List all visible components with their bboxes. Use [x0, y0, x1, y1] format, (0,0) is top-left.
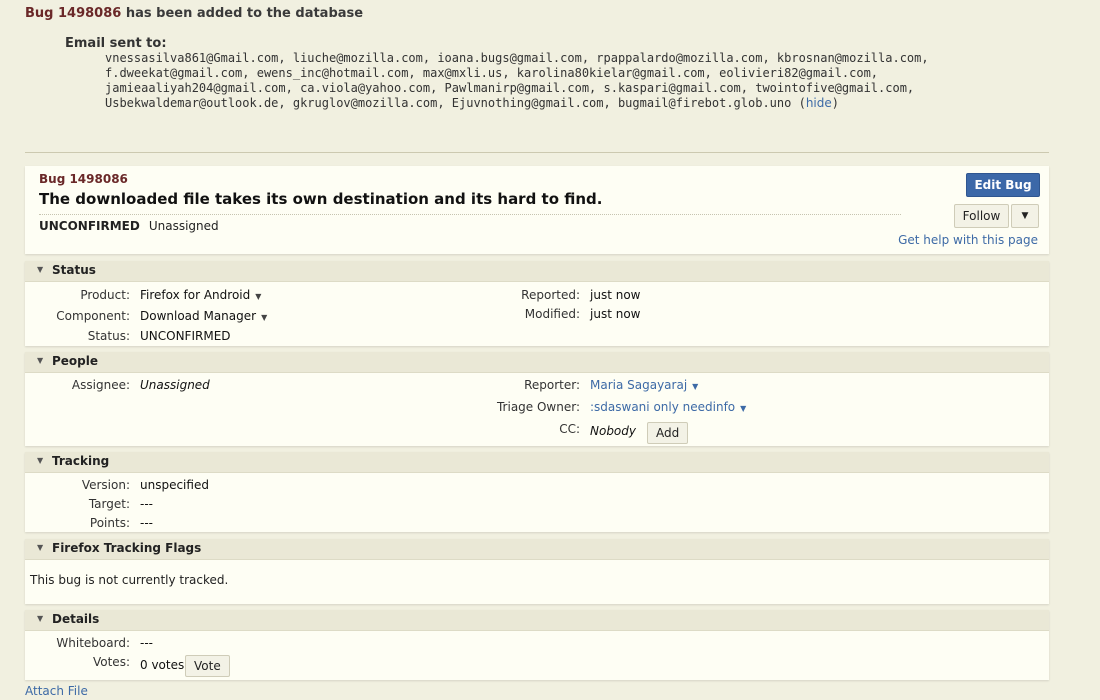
people-section: ▼ People Assignee: Unassigned Reporter: …	[25, 352, 1049, 446]
follow-dropdown-icon[interactable]: ▼	[1011, 204, 1039, 228]
modified-value: just now	[590, 307, 641, 321]
reporter-link[interactable]: Maria Sagayaraj	[590, 378, 687, 392]
component-value: Download Manager	[140, 309, 257, 323]
hide-emails-link[interactable]: hide	[806, 96, 832, 110]
added-bug-number: Bug 1498086	[25, 6, 122, 21]
assignee-row: Assignee: Unassigned Reporter: Maria Sag…	[25, 378, 1049, 394]
chevron-down-icon[interactable]: ▼	[255, 292, 261, 301]
whiteboard-row: Whiteboard: ---	[25, 636, 1049, 652]
not-tracked-text: This bug is not currently tracked.	[30, 573, 229, 587]
add-cc-button[interactable]: Add	[647, 422, 689, 444]
cc-row: CC: Nobody Add	[25, 422, 1049, 444]
tracking-section: ▼ Tracking Version: unspecified Target: …	[25, 452, 1049, 532]
triage-row: Triage Owner: :sdaswani only needinfo ▼	[25, 400, 1049, 416]
separator	[25, 152, 1049, 153]
assignee-value: Unassigned	[140, 378, 210, 392]
collapse-triangle-icon[interactable]: ▼	[37, 265, 43, 274]
reporter-field[interactable]: Maria Sagayaraj ▼	[590, 378, 698, 392]
product-value: Firefox for Android	[140, 288, 251, 302]
component-row: Component: Download Manager ▼ Modified: j…	[25, 307, 1049, 325]
triage-owner-field[interactable]: :sdaswani only needinfo ▼	[590, 400, 746, 414]
reported-value: just now	[590, 288, 641, 302]
votes-value: 0 votes	[140, 658, 185, 672]
target-value: ---	[140, 497, 153, 511]
chevron-down-icon[interactable]: ▼	[261, 313, 267, 322]
points-value: ---	[140, 516, 153, 530]
product-label: Product:	[80, 288, 130, 302]
reporter-label: Reporter:	[524, 378, 580, 392]
version-label: Version:	[81, 478, 130, 492]
status-section-header[interactable]: ▼ Status	[25, 261, 1049, 282]
vote-button[interactable]: Vote	[185, 655, 230, 677]
collapse-triangle-icon[interactable]: ▼	[37, 356, 43, 365]
version-value: unspecified	[140, 478, 209, 492]
bug-status-line: UNCONFIRMED Unassigned	[39, 219, 219, 233]
product-row: Product: Firefox for Android ▼ Reported: …	[25, 288, 1049, 304]
reported-label: Reported:	[521, 288, 580, 302]
email-sent-label: Email sent to:	[65, 36, 167, 51]
details-section: ▼ Details Whiteboard: --- Votes: 0 votes…	[25, 610, 1049, 680]
status-section-title: Status	[52, 263, 96, 277]
status-section: ▼ Status Product: Firefox for Android ▼ R…	[25, 261, 1049, 346]
status-label: Status:	[87, 329, 130, 343]
assignee-label: Assignee:	[71, 378, 130, 392]
details-section-title: Details	[52, 612, 100, 626]
version-row: Version: unspecified	[25, 478, 1049, 494]
paren-close: )	[831, 96, 839, 110]
component-label: Component:	[56, 309, 130, 323]
fxflags-section-header[interactable]: ▼ Firefox Tracking Flags	[25, 539, 1049, 560]
collapse-triangle-icon[interactable]: ▼	[37, 543, 43, 552]
added-message-text: has been added to the database	[125, 6, 364, 21]
status-value: UNCONFIRMED	[140, 329, 231, 343]
firefox-tracking-flags-section: ▼ Firefox Tracking Flags This bug is not…	[25, 539, 1049, 604]
collapse-triangle-icon[interactable]: ▼	[37, 456, 43, 465]
attach-file-link[interactable]: Attach File	[25, 684, 88, 698]
whiteboard-label: Whiteboard:	[56, 636, 130, 650]
points-row: Points: ---	[25, 516, 1049, 532]
details-section-header[interactable]: ▼ Details	[25, 610, 1049, 631]
bug-summary: The downloaded file takes its own destin…	[39, 190, 603, 208]
status-row: Status: UNCONFIRMED	[25, 329, 1049, 345]
cc-value: Nobody	[590, 424, 636, 438]
follow-button[interactable]: Follow	[954, 204, 1009, 228]
summary-divider	[39, 214, 901, 215]
tracking-section-header[interactable]: ▼ Tracking	[25, 452, 1049, 473]
tracking-section-title: Tracking	[52, 454, 110, 468]
bug-added-message: Bug 1498086 has been added to the databa…	[25, 6, 363, 21]
modified-label: Modified:	[524, 307, 580, 321]
bug-status-value: UNCONFIRMED	[39, 219, 140, 233]
chevron-down-icon[interactable]: ▼	[692, 382, 698, 391]
help-link[interactable]: Get help with this page	[898, 233, 1038, 247]
bug-number-link[interactable]: Bug 1498086	[39, 172, 128, 186]
people-section-title: People	[52, 354, 99, 368]
cc-label: CC:	[559, 422, 580, 436]
people-section-header[interactable]: ▼ People	[25, 352, 1049, 373]
votes-row: Votes: 0 votes Vote	[25, 655, 1049, 677]
paren-open: (	[798, 96, 806, 110]
product-field[interactable]: Firefox for Android ▼	[140, 288, 261, 302]
email-recipient-list: vnessasilva861@Gmail.com, liuche@mozilla…	[105, 51, 1045, 111]
triage-owner-label: Triage Owner:	[496, 400, 580, 414]
chevron-down-icon[interactable]: ▼	[740, 404, 746, 413]
target-row: Target: ---	[25, 497, 1049, 513]
bug-header: Bug 1498086 The downloaded file takes it…	[25, 166, 1049, 254]
whiteboard-value: ---	[140, 636, 153, 650]
triage-owner-link[interactable]: :sdaswani only needinfo	[590, 400, 735, 414]
fxflags-section-title: Firefox Tracking Flags	[52, 541, 202, 555]
points-label: Points:	[89, 516, 130, 530]
component-field[interactable]: Download Manager ▼	[140, 309, 267, 323]
bug-assignee-value: Unassigned	[148, 219, 219, 233]
votes-label: Votes:	[92, 655, 130, 669]
edit-bug-button[interactable]: Edit Bug	[966, 173, 1040, 197]
target-label: Target:	[88, 497, 130, 511]
collapse-triangle-icon[interactable]: ▼	[37, 614, 43, 623]
